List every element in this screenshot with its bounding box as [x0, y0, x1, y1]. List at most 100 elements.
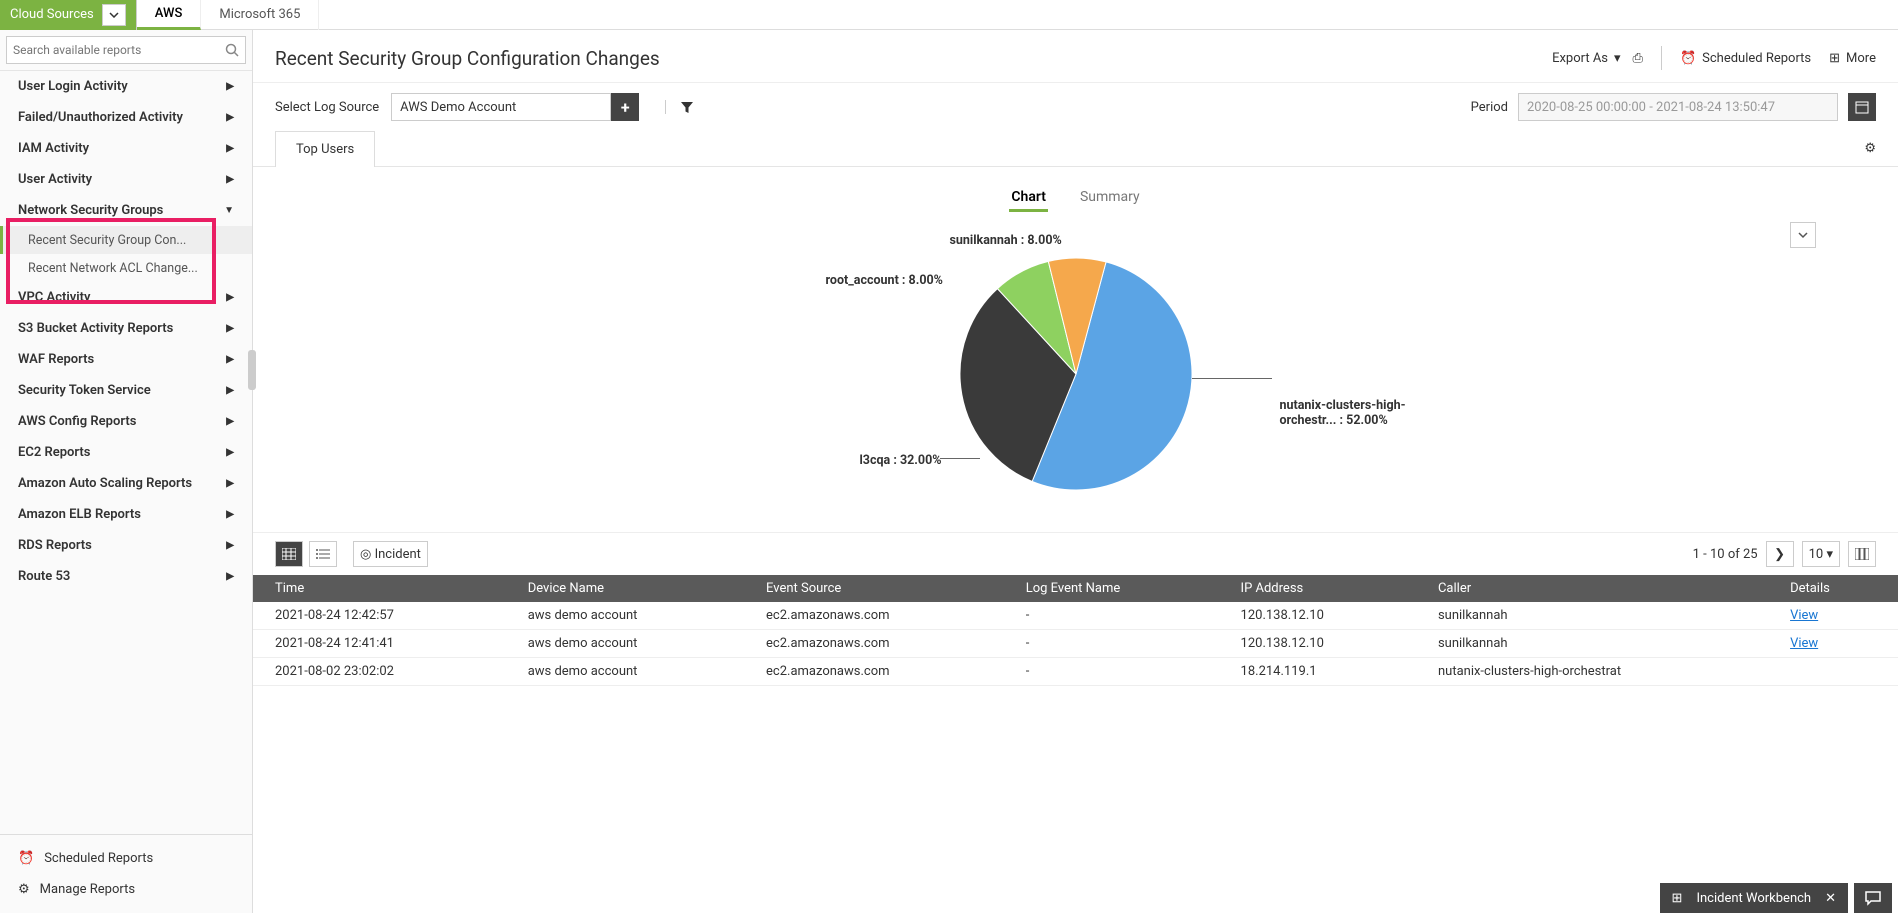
- sidebar-item-label: Amazon Auto Scaling Reports: [18, 476, 192, 491]
- export-button[interactable]: Export As▾⎙: [1552, 51, 1643, 66]
- view-list-button[interactable]: [309, 541, 337, 567]
- table-cell: ec2.amazonaws.com: [744, 630, 1004, 658]
- chevron-right-icon: ▶: [226, 354, 234, 365]
- clock-icon: ⏰: [18, 851, 34, 866]
- close-icon[interactable]: ✕: [1825, 891, 1836, 906]
- table-cell: aws demo account: [506, 602, 744, 630]
- sidebar-item-vpc[interactable]: VPC Activity▶: [0, 282, 252, 313]
- tab-aws[interactable]: AWS: [137, 0, 202, 30]
- subtab-summary[interactable]: Summary: [1078, 185, 1142, 212]
- clock-icon: ⏰: [1680, 51, 1696, 66]
- scheduled-label: Scheduled Reports: [1702, 51, 1811, 66]
- sidebar-item-s3[interactable]: S3 Bucket Activity Reports▶: [0, 313, 252, 344]
- chevron-right-icon: ▶: [226, 143, 234, 154]
- chart-area: Chart Summary nutanix-clusters-high-orch…: [253, 167, 1898, 533]
- view-link[interactable]: View: [1790, 636, 1818, 651]
- sidebar-item-sts[interactable]: Security Token Service▶: [0, 375, 252, 406]
- view-table-button[interactable]: [275, 541, 303, 567]
- sidebar-resize-handle[interactable]: [248, 350, 256, 390]
- sidebar-item-label: Amazon ELB Reports: [18, 507, 141, 522]
- sidebar-sub-recent-sg[interactable]: Recent Security Group Con...: [0, 226, 252, 254]
- next-page-button[interactable]: ❯: [1766, 541, 1794, 567]
- leader-line: [940, 458, 980, 459]
- sidebar-item-waf[interactable]: WAF Reports▶: [0, 344, 252, 375]
- sidebar-item-label: User Login Activity: [18, 79, 128, 94]
- pie-label-2: l3cqa : 32.00%: [860, 453, 942, 468]
- sidebar-footer-label: Manage Reports: [40, 882, 135, 897]
- table-header[interactable]: IP Address: [1219, 575, 1416, 602]
- pie-chart: nutanix-clusters-high-orchestr... : 52.0…: [960, 258, 1192, 490]
- page-size-select[interactable]: 10 ▾: [1802, 541, 1840, 567]
- sidebar-item-label: User Activity: [18, 172, 92, 187]
- table-header[interactable]: Device Name: [506, 575, 744, 602]
- sidebar-item-nsg[interactable]: Network Security Groups▼: [0, 195, 252, 226]
- table-cell: 2021-08-24 12:42:57: [253, 602, 506, 630]
- table-header[interactable]: Caller: [1416, 575, 1768, 602]
- incident-label: Incident: [375, 547, 421, 562]
- settings-button[interactable]: ⚙: [1864, 141, 1876, 156]
- chevron-right-icon: ▶: [226, 478, 234, 489]
- log-source-input[interactable]: [391, 93, 611, 121]
- table-cell: nutanix-clusters-high-orchestrat: [1416, 658, 1768, 686]
- tab-top-users[interactable]: Top Users: [275, 131, 375, 167]
- sidebar-item-rds[interactable]: RDS Reports▶: [0, 530, 252, 561]
- view-link[interactable]: View: [1790, 608, 1818, 623]
- more-button[interactable]: ⊞More: [1829, 51, 1876, 66]
- calendar-button[interactable]: [1848, 93, 1876, 121]
- chevron-down-icon: ▼: [224, 205, 234, 216]
- table-cell-details: View: [1768, 602, 1898, 630]
- chevron-right-icon: ▶: [226, 540, 234, 551]
- chevron-right-icon: ▶: [226, 81, 234, 92]
- export-icon: ⎙: [1633, 51, 1643, 66]
- cloud-sources-dropdown[interactable]: Cloud Sources: [0, 0, 137, 30]
- scheduled-reports-button[interactable]: ⏰ Scheduled Reports: [1680, 51, 1811, 66]
- table-header[interactable]: Details: [1768, 575, 1898, 602]
- sidebar-item-user-activity[interactable]: User Activity ▶: [0, 164, 252, 195]
- columns-button[interactable]: [1848, 541, 1876, 567]
- table-header[interactable]: Time: [253, 575, 506, 602]
- results-table: TimeDevice NameEvent SourceLog Event Nam…: [253, 575, 1898, 686]
- table-row: 2021-08-24 12:42:57aws demo accountec2.a…: [253, 602, 1898, 630]
- sidebar-manage-reports[interactable]: ⚙Manage Reports: [0, 874, 252, 905]
- table-cell: 120.138.12.10: [1219, 602, 1416, 630]
- sidebar: User Login Activity ▶ Failed/Unauthorized…: [0, 30, 253, 913]
- chart-menu-button[interactable]: [1790, 222, 1816, 248]
- table-cell: 2021-08-02 23:02:02: [253, 658, 506, 686]
- table-header[interactable]: Event Source: [744, 575, 1004, 602]
- period-input[interactable]: [1518, 93, 1838, 121]
- subtab-chart[interactable]: Chart: [1009, 185, 1048, 212]
- search-input[interactable]: [13, 43, 225, 57]
- sidebar-item-config[interactable]: AWS Config Reports ▶: [0, 406, 252, 437]
- main: Recent Security Group Configuration Chan…: [253, 30, 1898, 913]
- cloud-sources-label: Cloud Sources: [10, 7, 94, 22]
- sidebar-item-iam[interactable]: IAM Activity▶: [0, 133, 252, 164]
- table-header[interactable]: Log Event Name: [1004, 575, 1219, 602]
- search-reports[interactable]: [6, 36, 246, 64]
- sidebar-item-ec2[interactable]: EC2 Reports▶: [0, 437, 252, 468]
- incident-button[interactable]: ◎ Incident: [353, 541, 428, 567]
- incident-workbench-bar[interactable]: ⊞ Incident Workbench ✕: [1660, 883, 1848, 913]
- caret-down-icon: ▾: [1614, 51, 1621, 66]
- sidebar-item-user-login[interactable]: User Login Activity ▶: [0, 71, 252, 102]
- add-log-source-button[interactable]: +: [611, 93, 639, 121]
- sidebar-item-failed[interactable]: Failed/Unauthorized Activity▶: [0, 102, 252, 133]
- table-cell: ec2.amazonaws.com: [744, 658, 1004, 686]
- leader-line: [1192, 378, 1272, 379]
- tab-ms365[interactable]: Microsoft 365: [201, 0, 319, 30]
- sidebar-item-autoscale[interactable]: Amazon Auto Scaling Reports ▶: [0, 468, 252, 499]
- chevron-right-icon: ▶: [226, 416, 234, 427]
- filter-button[interactable]: [665, 100, 694, 114]
- more-label: More: [1846, 51, 1876, 66]
- sidebar-item-label: AWS Config Reports: [18, 414, 136, 429]
- sidebar-item-route53[interactable]: Route 53▶: [0, 561, 252, 592]
- sidebar-scheduled-reports[interactable]: ⏰Scheduled Reports: [0, 843, 252, 874]
- chevron-down-icon: [102, 4, 126, 26]
- sidebar-item-elb[interactable]: Amazon ELB Reports▶: [0, 499, 252, 530]
- table-cell: aws demo account: [506, 630, 744, 658]
- chevron-right-icon: ▶: [226, 174, 234, 185]
- table-row: 2021-08-24 12:41:41aws demo accountec2.a…: [253, 630, 1898, 658]
- sidebar-item-label: EC2 Reports: [18, 445, 90, 460]
- sidebar-sub-recent-acl[interactable]: Recent Network ACL Change...: [0, 254, 252, 282]
- incident-workbench-label: Incident Workbench: [1696, 891, 1811, 906]
- chat-button[interactable]: [1854, 883, 1892, 913]
